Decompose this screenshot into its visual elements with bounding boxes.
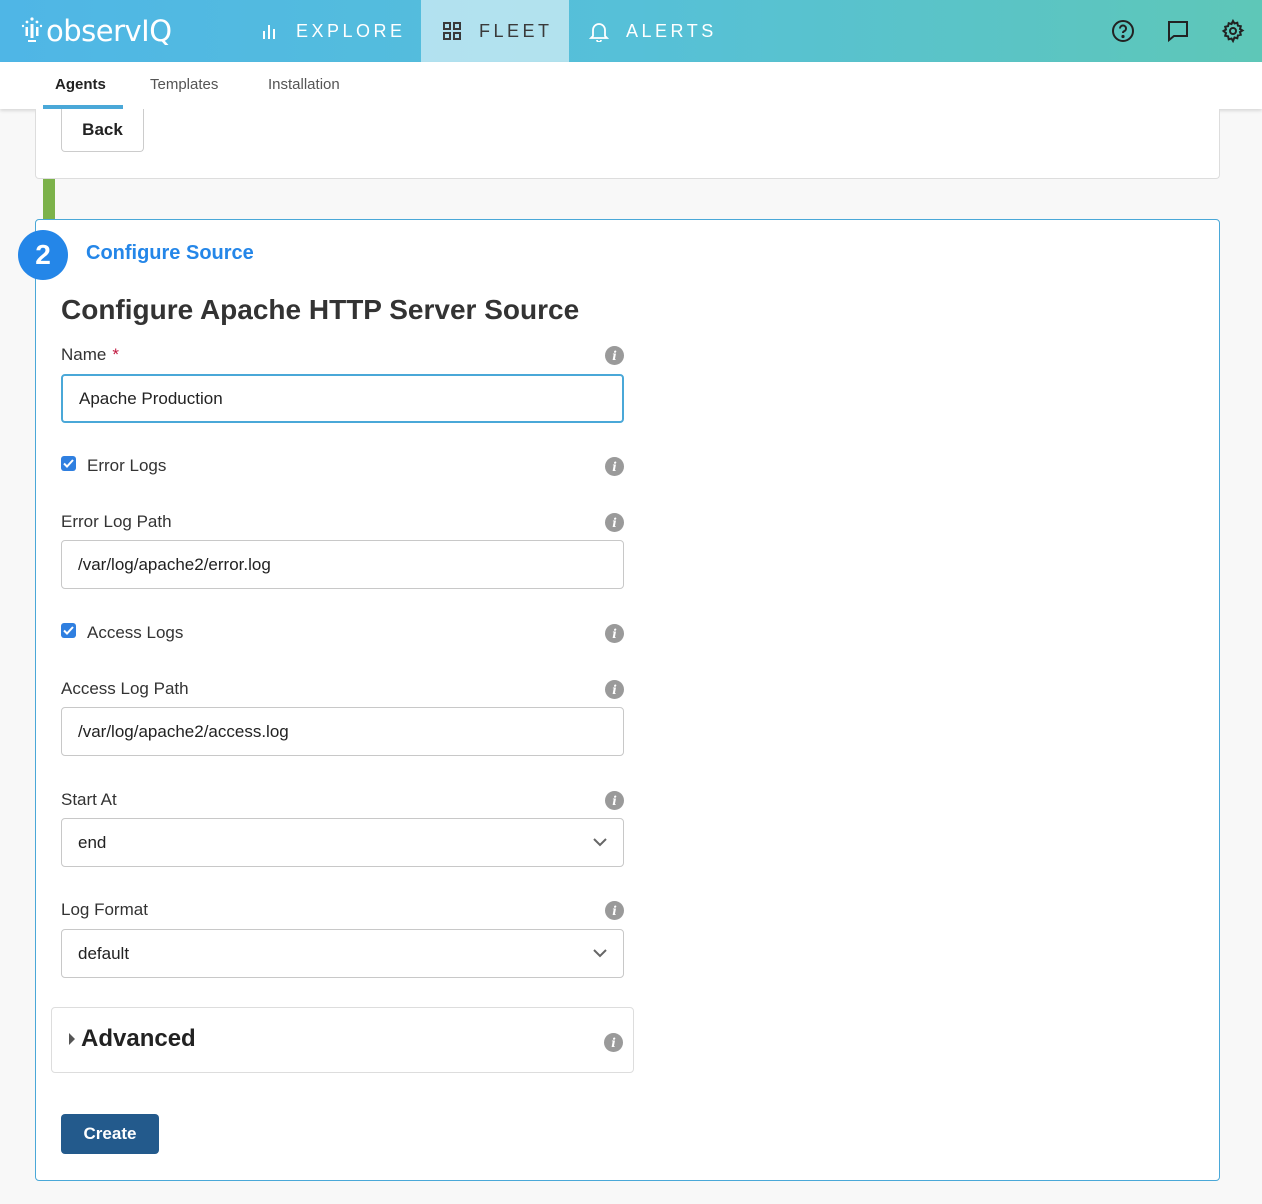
nav-explore-label: EXPLORE bbox=[296, 20, 406, 41]
logo-mark-icon bbox=[21, 17, 43, 42]
error-log-path-label: Error Log Path bbox=[61, 512, 172, 531]
info-icon[interactable]: i bbox=[604, 1033, 623, 1052]
step-number-badge: 2 bbox=[18, 230, 68, 280]
grid-icon bbox=[441, 20, 463, 42]
error-log-path-input[interactable]: /var/log/apache2/error.log bbox=[61, 540, 624, 589]
advanced-label[interactable]: Advanced bbox=[81, 1025, 196, 1053]
access-logs-label: Access Logs bbox=[87, 623, 184, 642]
start-at-label: Start At bbox=[61, 790, 117, 809]
form-title: Configure Apache HTTP Server Source bbox=[61, 294, 580, 325]
chevron-down-icon bbox=[593, 949, 607, 958]
nav-alerts[interactable]: ALERTS bbox=[588, 0, 717, 62]
info-icon[interactable]: i bbox=[605, 791, 624, 810]
info-icon[interactable]: i bbox=[605, 346, 624, 365]
previous-step-card: Back bbox=[35, 109, 1220, 179]
sub-navigation: Agents Templates Installation bbox=[0, 62, 1262, 109]
info-icon[interactable]: i bbox=[605, 457, 624, 476]
start-at-select[interactable]: end bbox=[61, 818, 624, 867]
log-format-label: Log Format bbox=[61, 900, 148, 919]
top-navigation-bar: observIQ EXPLORE FLEET ALERTS bbox=[0, 0, 1262, 62]
observiq-logo[interactable]: observIQ bbox=[20, 12, 172, 50]
log-format-value: default bbox=[78, 943, 130, 963]
name-label-text: Name bbox=[61, 345, 107, 364]
info-icon[interactable]: i bbox=[605, 624, 624, 643]
error-logs-label: Error Logs bbox=[87, 456, 167, 475]
caret-right-icon[interactable] bbox=[69, 1033, 75, 1045]
check-icon bbox=[63, 459, 74, 468]
step-title: Configure Source bbox=[86, 242, 254, 264]
create-button[interactable]: Create bbox=[61, 1114, 159, 1154]
required-asterisk: * bbox=[112, 345, 119, 364]
stepper-connector bbox=[43, 179, 55, 220]
chat-icon[interactable] bbox=[1166, 19, 1190, 43]
info-icon[interactable]: i bbox=[605, 680, 624, 699]
error-logs-checkbox[interactable] bbox=[61, 456, 76, 471]
name-label: Name * bbox=[61, 345, 119, 365]
log-format-select[interactable]: default bbox=[61, 929, 624, 978]
nav-fleet[interactable]: FLEET bbox=[421, 0, 569, 62]
access-logs-checkbox[interactable] bbox=[61, 623, 76, 638]
info-icon[interactable]: i bbox=[605, 513, 624, 532]
nav-fleet-label: FLEET bbox=[479, 20, 553, 41]
bell-icon bbox=[588, 20, 610, 42]
nav-alerts-label: ALERTS bbox=[626, 20, 717, 41]
bar-chart-icon bbox=[258, 20, 280, 42]
name-input-value: Apache Production bbox=[79, 388, 223, 408]
gear-icon[interactable] bbox=[1221, 19, 1245, 43]
tab-templates[interactable]: Templates bbox=[150, 76, 218, 93]
access-log-path-label: Access Log Path bbox=[61, 679, 189, 698]
nav-explore[interactable]: EXPLORE bbox=[258, 0, 406, 62]
access-log-path-input[interactable]: /var/log/apache2/access.log bbox=[61, 707, 624, 756]
tab-installation[interactable]: Installation bbox=[268, 76, 340, 93]
back-button[interactable]: Back bbox=[61, 109, 144, 152]
error-log-path-value: /var/log/apache2/error.log bbox=[78, 554, 271, 574]
chevron-down-icon bbox=[593, 838, 607, 847]
info-icon[interactable]: i bbox=[605, 901, 624, 920]
start-at-value: end bbox=[78, 832, 107, 852]
name-input[interactable]: Apache Production bbox=[61, 374, 624, 423]
help-circle-icon[interactable] bbox=[1111, 19, 1135, 43]
logo-text: observIQ bbox=[46, 14, 172, 48]
access-log-path-value: /var/log/apache2/access.log bbox=[78, 721, 289, 741]
tab-agents[interactable]: Agents bbox=[55, 76, 106, 93]
check-icon bbox=[63, 626, 74, 635]
